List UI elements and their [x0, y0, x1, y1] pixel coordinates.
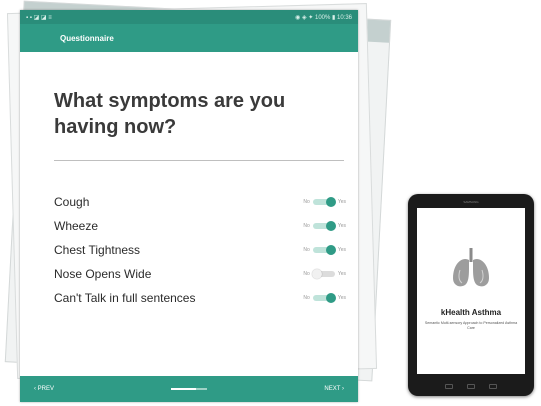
toggle-knob — [311, 269, 322, 279]
toggle-knob — [325, 245, 336, 255]
toggle-knob — [325, 197, 336, 207]
lungs-icon — [453, 248, 489, 287]
toggle-no-label: No — [303, 247, 310, 253]
symptom-toggle[interactable]: No Yes — [303, 269, 346, 279]
toggle-switch[interactable] — [312, 293, 336, 303]
device-nav-buttons — [408, 384, 534, 389]
bottom-nav-bar: ‹ PREV NEXT › — [20, 376, 358, 402]
toggle-yes-label: Yes — [337, 271, 346, 277]
splash-app-subtitle: Semantic Multi-sensory Approach to Perso… — [424, 321, 518, 330]
status-bar: ▪ ▪ ◪ ◪ ≡ ◉ ◈ ✦ 100% ▮ 10:36 — [20, 10, 358, 24]
symptom-list: Cough No Yes Wheeze No Yes Chest Tightne… — [54, 190, 346, 310]
back-icon — [445, 384, 453, 389]
toggle-no-label: No — [303, 295, 310, 301]
symptom-label: Cough — [54, 195, 90, 209]
symptom-toggle[interactable]: No Yes — [303, 221, 346, 231]
symptom-row-cough: Cough No Yes — [54, 190, 346, 214]
symptom-row-chest-tightness: Chest Tightness No Yes — [54, 238, 346, 262]
question-title: What symptoms are you having now? — [54, 90, 286, 138]
toggle-no-label: No — [303, 223, 310, 229]
splash-app-title: kHealth Asthma — [440, 308, 502, 317]
prev-button[interactable]: ‹ PREV — [34, 386, 54, 392]
questionnaire-screen: ▪ ▪ ◪ ◪ ≡ ◉ ◈ ✦ 100% ▮ 10:36 Questionnai… — [20, 10, 358, 402]
splash-screen: kHealth Asthma Semantic Multi-sensory Ap… — [417, 208, 525, 374]
symptom-row-wheeze: Wheeze No Yes — [54, 214, 346, 238]
progress-fill — [171, 388, 197, 390]
toggle-yes-label: Yes — [337, 223, 346, 229]
toggle-yes-label: Yes — [337, 247, 346, 253]
status-icons-right: ◉ ◈ ✦ 100% ▮ 10:36 — [295, 14, 352, 21]
symptom-label: Wheeze — [54, 219, 99, 233]
toggle-switch[interactable] — [312, 197, 336, 207]
toggle-switch[interactable] — [312, 221, 336, 231]
symptom-row-nose-opens-wide: Nose Opens Wide No Yes — [54, 262, 346, 286]
tablet-device: SAMSUNG kHealth Asthma Semantic Multi-se… — [408, 194, 534, 396]
next-button[interactable]: NEXT › — [324, 386, 344, 392]
symptom-toggle[interactable]: No Yes — [303, 245, 346, 255]
progress-indicator — [171, 388, 208, 390]
symptom-label: Chest Tightness — [54, 243, 141, 257]
divider — [54, 160, 344, 161]
toggle-knob — [325, 293, 336, 303]
symptom-label: Nose Opens Wide — [54, 267, 152, 281]
toggle-yes-label: Yes — [337, 199, 346, 205]
symptom-label: Can't Talk in full sentences — [54, 291, 196, 305]
device-brand: SAMSUNG — [463, 200, 479, 204]
app-title: Questionnaire — [60, 33, 114, 43]
toggle-knob — [325, 221, 336, 231]
toggle-yes-label: Yes — [337, 295, 346, 301]
symptom-toggle[interactable]: No Yes — [303, 293, 346, 303]
toggle-no-label: No — [303, 271, 310, 277]
toggle-no-label: No — [303, 199, 310, 205]
symptom-toggle[interactable]: No Yes — [303, 197, 346, 207]
symptom-row-cant-talk: Can't Talk in full sentences No Yes — [54, 286, 346, 310]
home-icon — [467, 384, 475, 389]
status-icons-left: ▪ ▪ ◪ ◪ ≡ — [26, 14, 52, 21]
toggle-switch[interactable] — [311, 269, 335, 279]
toggle-switch[interactable] — [312, 245, 336, 255]
recent-apps-icon — [489, 384, 497, 389]
app-bar: Questionnaire — [20, 24, 358, 52]
